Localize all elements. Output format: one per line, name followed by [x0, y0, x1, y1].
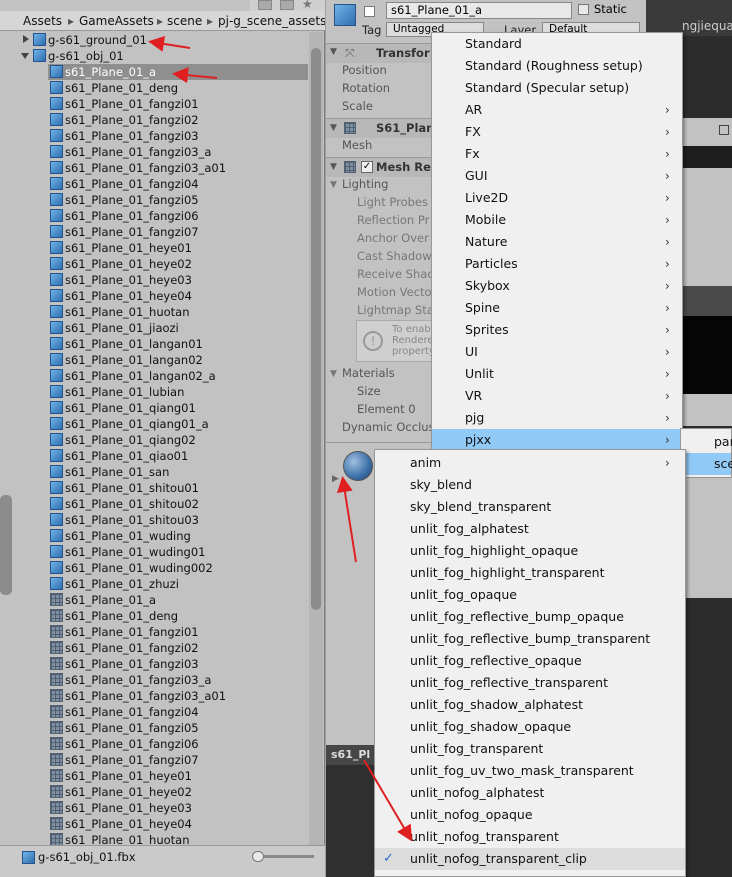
red-arrow-ground — [148, 35, 191, 52]
red-arrow-shader — [363, 759, 413, 842]
red-arrow-material — [336, 476, 357, 563]
red-arrow-selected — [172, 67, 218, 84]
annotation-arrows — [148, 35, 413, 842]
